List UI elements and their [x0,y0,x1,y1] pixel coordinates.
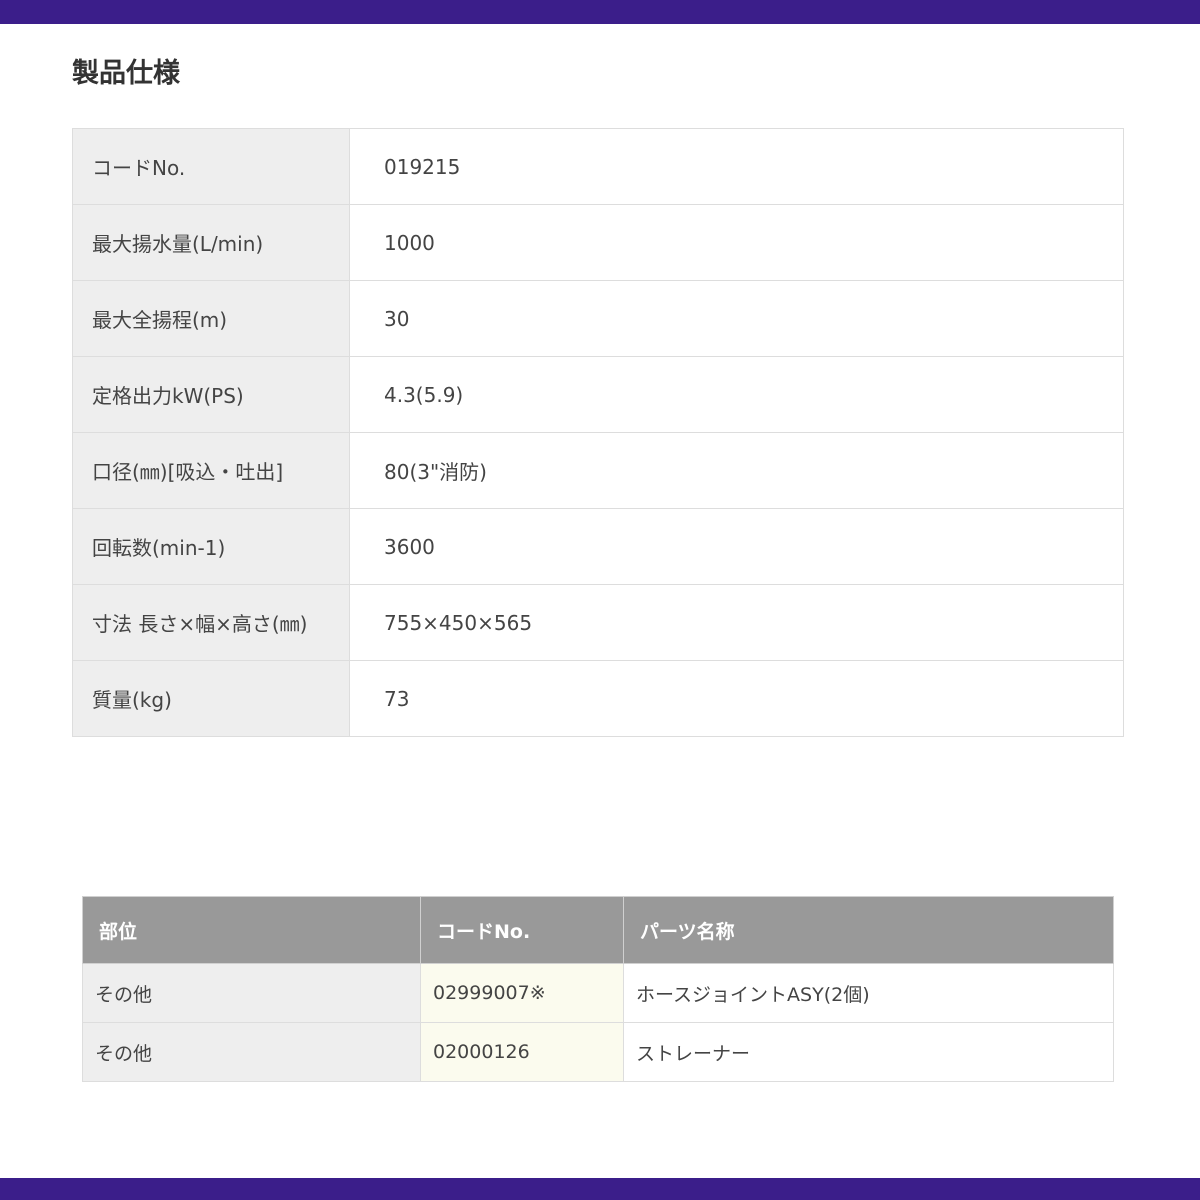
table-row: その他 02000126 ストレーナー [82,1022,1114,1082]
code-cell: 02000126 [420,1022,624,1082]
spec-table: コードNo. 019215 最大揚水量(L/min) 1000 最大全揚程(m)… [72,128,1124,737]
spec-row: 寸法 長さ×幅×高さ(㎜) 755×450×565 [72,584,1124,661]
spec-row: 定格出力kW(PS) 4.3(5.9) [72,356,1124,433]
spec-value: 3600 [349,508,1124,585]
header-name: パーツ名称 [623,896,1114,964]
header-part: 部位 [82,896,421,964]
part-cell: その他 [82,1022,421,1082]
page-title: 製品仕様 [72,58,180,89]
spec-row: コードNo. 019215 [72,128,1124,205]
code-cell: 02999007※ [420,963,624,1023]
bottom-brand-bar [0,1178,1200,1200]
spec-label: 回転数(min-1) [72,508,350,585]
spec-row: 回転数(min-1) 3600 [72,508,1124,585]
spec-label: 定格出力kW(PS) [72,356,350,433]
header-code: コードNo. [420,896,624,964]
spec-value: 30 [349,280,1124,357]
parts-table: 部位 コードNo. パーツ名称 その他 02999007※ ホースジョイントAS… [82,896,1114,1082]
spec-value: 80(3"消防) [349,432,1124,509]
part-cell: その他 [82,963,421,1023]
spec-label: 口径(㎜)[吸込・吐出] [72,432,350,509]
spec-row: 最大全揚程(m) 30 [72,280,1124,357]
spec-value: 4.3(5.9) [349,356,1124,433]
spec-label: 質量(kg) [72,660,350,737]
name-cell: ストレーナー [623,1022,1114,1082]
spec-row: 口径(㎜)[吸込・吐出] 80(3"消防) [72,432,1124,509]
spec-value: 755×450×565 [349,584,1124,661]
name-cell: ホースジョイントASY(2個) [623,963,1114,1023]
table-row: その他 02999007※ ホースジョイントASY(2個) [82,963,1114,1023]
spec-row: 質量(kg) 73 [72,660,1124,737]
spec-value: 73 [349,660,1124,737]
spec-value: 019215 [349,128,1124,205]
spec-label: コードNo. [72,128,350,205]
spec-label: 最大揚水量(L/min) [72,204,350,281]
top-brand-bar [0,0,1200,24]
spec-value: 1000 [349,204,1124,281]
spec-row: 最大揚水量(L/min) 1000 [72,204,1124,281]
spec-label: 最大全揚程(m) [72,280,350,357]
spec-label: 寸法 長さ×幅×高さ(㎜) [72,584,350,661]
parts-header-row: 部位 コードNo. パーツ名称 [82,896,1114,964]
